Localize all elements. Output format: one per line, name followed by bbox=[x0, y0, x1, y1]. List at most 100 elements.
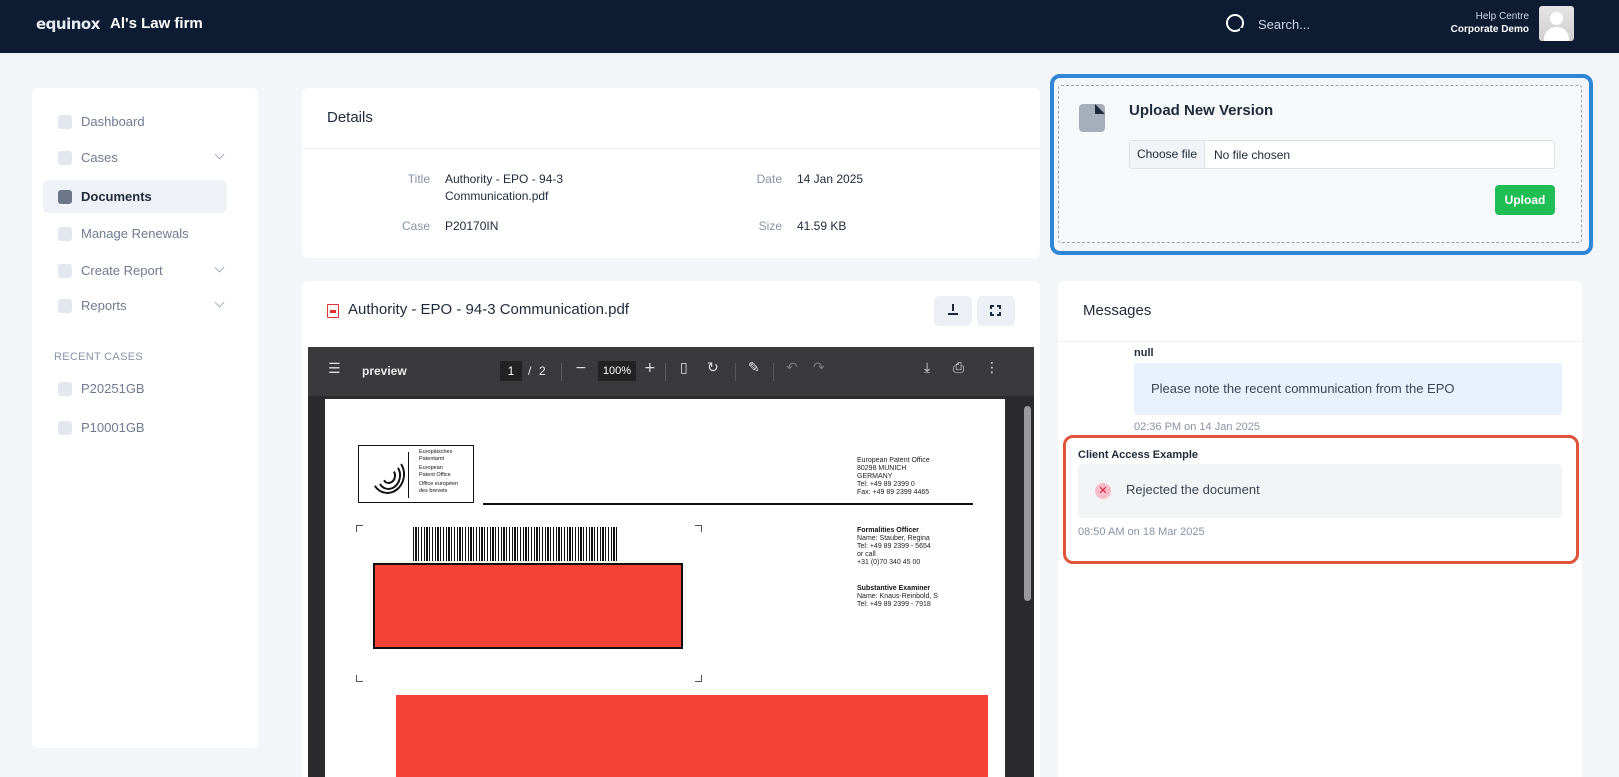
document-icon bbox=[58, 382, 72, 396]
zoom-out-icon[interactable]: − bbox=[575, 360, 587, 376]
corner-mark bbox=[356, 675, 363, 682]
account-name[interactable]: Corporate Demo bbox=[1451, 24, 1529, 35]
formalities-officer: Formalities Officer Name: Stauber, Regin… bbox=[857, 527, 931, 567]
print-icon[interactable]: ⎙ bbox=[953, 360, 964, 376]
title-value-line: Communication.pdf bbox=[445, 189, 549, 203]
message-highlight bbox=[1063, 435, 1579, 564]
document-viewer-card: Authority - EPO - 94-3 Communication.pdf… bbox=[302, 281, 1040, 777]
logo-line: Patent Office bbox=[419, 471, 451, 478]
epo-logo: Europäisches Patentamt European Patent O… bbox=[358, 445, 474, 503]
upload-card: Upload New Version Choose file No file c… bbox=[1058, 85, 1582, 243]
page-separator: / bbox=[528, 364, 532, 378]
sidebar-item-label: Reports bbox=[81, 298, 127, 313]
annotate-icon[interactable]: ✎ bbox=[748, 360, 760, 376]
pdf-page: Europäisches Patentamt European Patent O… bbox=[325, 399, 1005, 777]
reports-icon bbox=[58, 299, 72, 313]
sidebar-item-label: Dashboard bbox=[81, 114, 145, 129]
epo-mark-icon bbox=[367, 452, 409, 498]
download-button[interactable] bbox=[934, 296, 972, 326]
upload-button[interactable]: Upload bbox=[1495, 185, 1555, 215]
message-author: null bbox=[1134, 347, 1154, 359]
barcode bbox=[413, 527, 617, 561]
sidebar-item-reports[interactable]: Reports bbox=[43, 289, 227, 322]
zoom-level[interactable]: 100% bbox=[598, 361, 636, 381]
search-icon[interactable] bbox=[1226, 14, 1245, 33]
choose-file-button[interactable]: Choose file bbox=[1130, 141, 1205, 168]
details-card: Details Title Authority - EPO - 94-3 Com… bbox=[302, 88, 1040, 258]
help-centre-link[interactable]: Help Centre bbox=[1476, 11, 1529, 22]
more-options-icon[interactable]: ⋮ bbox=[985, 360, 999, 376]
firm-name: Al's Law firm bbox=[110, 15, 203, 32]
size-label: Size bbox=[758, 219, 782, 233]
scrollbar[interactable] bbox=[1024, 406, 1031, 601]
redo-icon[interactable]: ↷ bbox=[813, 360, 825, 376]
download-icon[interactable]: ⤓ bbox=[924, 360, 930, 376]
title-value: Authority - EPO - 94-3 Communication.pdf bbox=[445, 171, 563, 205]
file-status: No file chosen bbox=[1214, 148, 1291, 162]
address-line: Fax: +49 89 2399 4465 bbox=[857, 489, 930, 496]
page-number-input[interactable]: 1 bbox=[500, 361, 522, 381]
logo-line: des brevets bbox=[419, 487, 448, 494]
officer-heading: Formalities Officer bbox=[857, 527, 919, 534]
documents-icon bbox=[58, 190, 72, 204]
epo-names: Europäisches Patentamt European Patent O… bbox=[419, 449, 458, 494]
fullscreen-button[interactable] bbox=[977, 296, 1015, 326]
recent-case-label: P20251GB bbox=[81, 381, 145, 396]
pdf-title: preview bbox=[362, 364, 407, 378]
zoom-in-icon[interactable]: + bbox=[644, 360, 656, 376]
recent-cases-heading: RECENT CASES bbox=[54, 351, 143, 363]
chevron-down-icon bbox=[214, 297, 225, 308]
page-total: 2 bbox=[539, 364, 546, 378]
details-heading: Details bbox=[327, 109, 373, 126]
fit-page-icon[interactable]: ▯ bbox=[680, 360, 688, 376]
sidebar-item-cases[interactable]: Cases bbox=[43, 141, 227, 174]
sidebar-item-label: Manage Renewals bbox=[81, 226, 189, 241]
substantive-examiner: Substantive Examiner Name: Knaus-Reinbol… bbox=[857, 585, 938, 609]
file-input[interactable]: Choose file No file chosen bbox=[1129, 140, 1555, 169]
title-label: Title bbox=[407, 172, 430, 186]
message-text: Please note the recent communication fro… bbox=[1151, 381, 1455, 396]
divider bbox=[483, 503, 973, 505]
sidebar-item-manage-renewals[interactable]: Manage Renewals bbox=[43, 217, 227, 250]
rotate-icon[interactable]: ↻ bbox=[707, 360, 719, 376]
case-value: P20170IN bbox=[445, 219, 499, 233]
menu-icon[interactable]: ☰ bbox=[328, 361, 341, 377]
case-label: Case bbox=[401, 219, 430, 233]
undo-icon[interactable]: ↶ bbox=[786, 360, 798, 376]
sidebar-item-documents[interactable]: Documents bbox=[43, 180, 227, 213]
size-value: 41.59 KB bbox=[797, 219, 847, 233]
logo-line: Europäisches bbox=[419, 449, 453, 455]
sidebar-item-label: Create Report bbox=[81, 263, 163, 278]
avatar-body-icon bbox=[1544, 27, 1569, 41]
office-address: European Patent Office 80298 MUNICH GERM… bbox=[857, 457, 930, 497]
sidebar: Dashboard Cases Documents Manage Renewal… bbox=[32, 88, 258, 748]
officer-line: Tel: +49 89 2399 - 5654 bbox=[857, 543, 931, 550]
pdf-toolbar: ☰ preview 1 / 2 − 100% + ▯ ↻ ✎ ↶ ↷ ⤓ ⎙ ⋮ bbox=[308, 347, 1034, 396]
address-line: 80298 MUNICH bbox=[857, 465, 907, 472]
fullscreen-icon bbox=[989, 304, 1002, 317]
search-input[interactable] bbox=[1258, 13, 1398, 35]
address-line: Tel: +49 89 2399 0 bbox=[857, 481, 915, 488]
examiner-heading: Substantive Examiner bbox=[857, 585, 931, 592]
chevron-down-icon bbox=[214, 262, 225, 273]
redaction-box bbox=[373, 563, 683, 649]
upload-heading: Upload New Version bbox=[1129, 102, 1274, 119]
recent-case-label: P10001GB bbox=[81, 420, 145, 435]
divider bbox=[1058, 341, 1582, 342]
brand-logo[interactable]: equinox bbox=[36, 15, 100, 33]
sidebar-item-create-report[interactable]: Create Report bbox=[43, 254, 227, 287]
sidebar-item-label: Cases bbox=[81, 150, 118, 165]
recent-case-item[interactable]: P10001GB bbox=[43, 411, 227, 444]
corner-mark bbox=[695, 675, 702, 682]
create-report-icon bbox=[58, 264, 72, 278]
pdf-file-icon bbox=[327, 304, 339, 318]
officer-line: Name: Stauber, Regina bbox=[857, 535, 930, 542]
title-value-line: Authority - EPO - 94-3 bbox=[445, 172, 564, 186]
address-line: GERMANY bbox=[857, 473, 893, 480]
sidebar-item-dashboard[interactable]: Dashboard bbox=[43, 105, 227, 138]
toolbar-divider bbox=[735, 363, 736, 381]
toolbar-divider bbox=[773, 363, 774, 381]
recent-case-item[interactable]: P20251GB bbox=[43, 372, 227, 405]
avatar[interactable] bbox=[1539, 6, 1574, 41]
examiner-line: Name: Knaus-Reinbold, S bbox=[857, 593, 938, 600]
